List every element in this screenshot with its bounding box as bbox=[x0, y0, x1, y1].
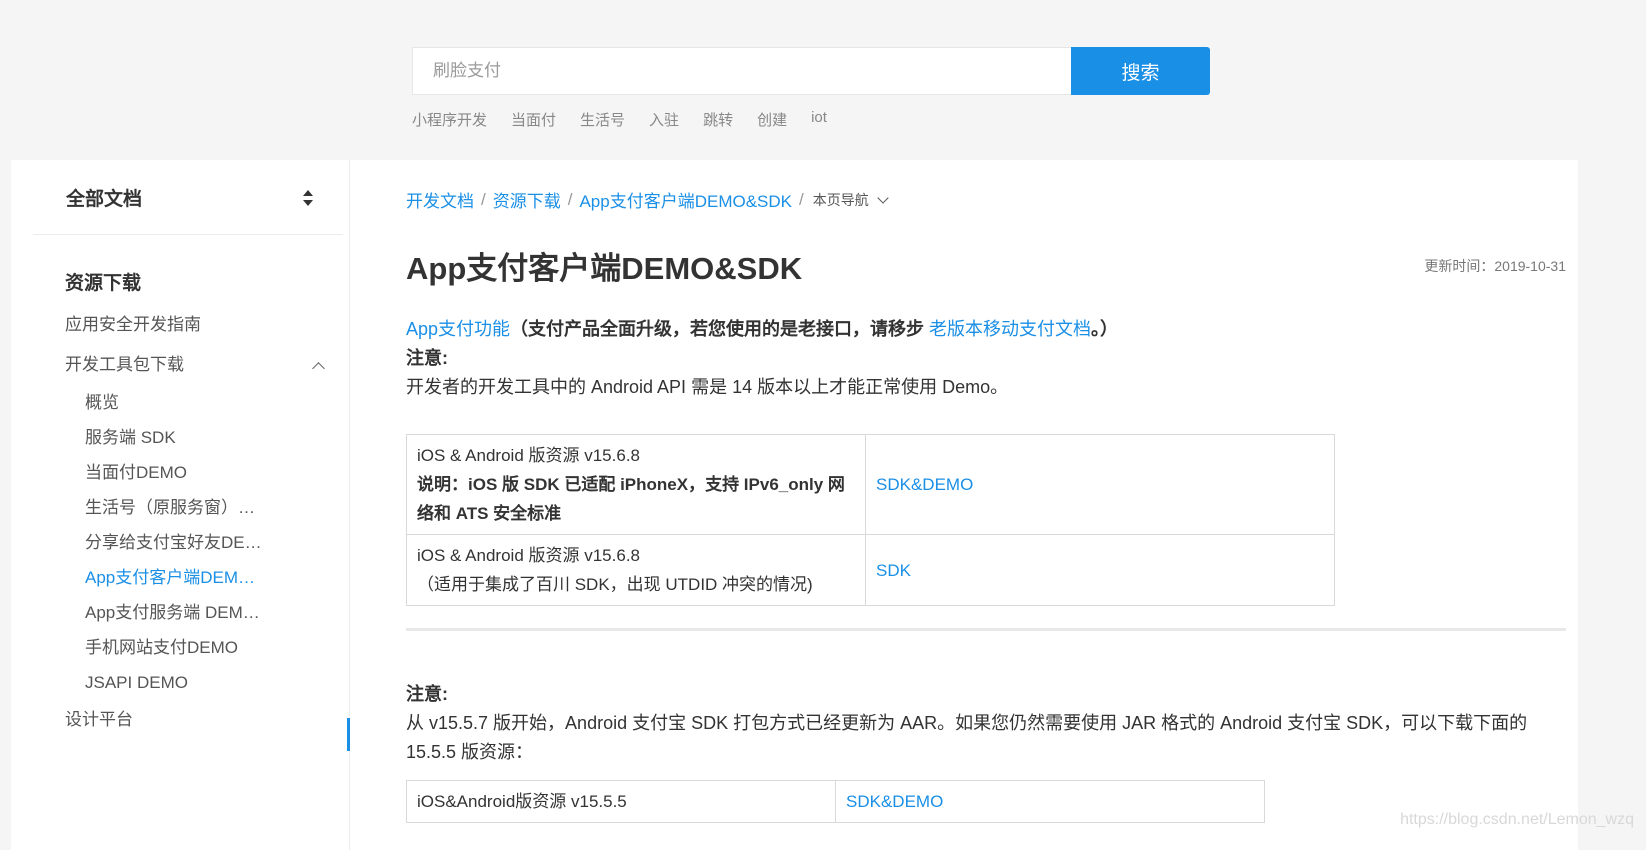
sidebar-item-sdk-download[interactable]: 开发工具包下载 bbox=[65, 345, 335, 385]
table-cell: SDK bbox=[865, 534, 1335, 606]
download-link[interactable]: SDK&DEMO bbox=[846, 792, 943, 811]
hot-word-link[interactable]: 跳转 bbox=[703, 109, 733, 130]
breadcrumb-separator: / bbox=[481, 189, 486, 209]
note-text: 从 v15.5.7 版开始，Android 支付宝 SDK 打包方式已经更新为 … bbox=[406, 713, 1528, 762]
sidebar-header[interactable]: 全部文档 bbox=[66, 184, 314, 211]
search-button[interactable]: 搜索 bbox=[1071, 47, 1210, 95]
legacy-resource-table: iOS&Android版资源 v15.5.5 SDK&DEMO bbox=[406, 780, 1265, 823]
table-row: iOS&Android版资源 v15.5.5 SDK&DEMO bbox=[406, 780, 1265, 823]
sidebar-divider bbox=[33, 234, 343, 235]
chevron-up-icon[interactable] bbox=[312, 361, 325, 375]
intro-text: App支付功能（支付产品全面升级，若您使用的是老接口，请移步 老版本移动支付文档… bbox=[406, 315, 1546, 402]
hot-word-link[interactable]: 当面付 bbox=[511, 109, 556, 130]
sidebar-subitem-life-account[interactable]: 生活号（原服务窗）… bbox=[65, 490, 275, 525]
sidebar-item-label: 开发工具包下载 bbox=[65, 355, 184, 374]
breadcrumb-separator: / bbox=[799, 189, 804, 209]
page-title: App支付客户端DEMO&SDK bbox=[406, 251, 803, 286]
sidebar-subitem-wap-demo[interactable]: 手机网站支付DEMO bbox=[65, 630, 275, 665]
breadcrumb-separator: / bbox=[567, 189, 573, 209]
legacy-doc-link[interactable]: 老版本移动支付文档 bbox=[929, 319, 1091, 339]
chevron-down-icon[interactable] bbox=[877, 191, 889, 204]
watermark: https://blog.csdn.net/Lemon_wzq bbox=[1400, 811, 1634, 828]
app-pay-feature-link[interactable]: App支付功能 bbox=[406, 319, 510, 339]
table-row: iOS & Android 版资源 v15.6.8 （适用于集成了百川 SDK，… bbox=[406, 534, 1335, 606]
sidebar-subitem-f2f-demo[interactable]: 当面付DEMO bbox=[65, 455, 275, 490]
breadcrumb-link-docs[interactable]: 开发文档 bbox=[406, 187, 474, 212]
resource-version: iOS&Android版资源 v15.5.5 bbox=[417, 792, 627, 811]
hot-word-link[interactable]: 小程序开发 bbox=[412, 109, 487, 130]
sidebar-subitem-app-server-demo[interactable]: App支付服务端 DEM… bbox=[65, 595, 275, 630]
breadcrumb-link-current[interactable]: App支付客户端DEMO&SDK bbox=[579, 187, 792, 212]
intro-bold: （支付产品全面升级，若您使用的是老接口，请移步 bbox=[510, 319, 925, 339]
sidebar-subitem-share-demo[interactable]: 分享给支付宝好友DE… bbox=[65, 525, 275, 560]
section-divider bbox=[406, 628, 1566, 631]
aar-note: 注意: 从 v15.5.7 版开始，Android 支付宝 SDK 打包方式已经… bbox=[406, 680, 1566, 767]
hot-word-link[interactable]: 入驻 bbox=[649, 109, 679, 130]
resource-description: （适用于集成了百川 SDK，出现 UTDID 冲突的情况) bbox=[417, 575, 813, 594]
sort-toggle-icon[interactable] bbox=[302, 189, 314, 207]
hot-word-link[interactable]: iot bbox=[811, 109, 827, 130]
sidebar-subitem-jsapi-demo[interactable]: JSAPI DEMO bbox=[65, 665, 275, 700]
table-cell: iOS&Android版资源 v15.5.5 bbox=[406, 780, 836, 823]
sidebar-item-label: 应用安全开发指南 bbox=[65, 315, 201, 334]
hot-word-link[interactable]: 创建 bbox=[757, 109, 787, 130]
note-label: 注意: bbox=[406, 348, 448, 368]
sidebar-item-label: 设计平台 bbox=[65, 710, 133, 729]
table-cell: SDK&DEMO bbox=[865, 434, 1335, 535]
breadcrumb: 开发文档 / 资源下载 / App支付客户端DEMO&SDK / 本页导航 bbox=[406, 187, 889, 212]
sidebar-section-title: 资源下载 bbox=[65, 273, 142, 294]
sidebar-subitem-server-sdk[interactable]: 服务端 SDK bbox=[65, 420, 275, 455]
download-link[interactable]: SDK bbox=[876, 561, 911, 580]
sidebar-item-security-guide[interactable]: 应用安全开发指南 bbox=[65, 305, 335, 345]
resource-table: iOS & Android 版资源 v15.6.8 说明：iOS 版 SDK 已… bbox=[406, 434, 1335, 606]
breadcrumb-link-downloads[interactable]: 资源下载 bbox=[493, 187, 561, 212]
active-indicator bbox=[347, 718, 350, 751]
main-panel: 全部文档 资源下载 应用安全开发指南 开发工具包下载 概览 服务端 SDK 当面… bbox=[11, 160, 1578, 850]
table-row: iOS & Android 版资源 v15.6.8 说明：iOS 版 SDK 已… bbox=[406, 434, 1335, 535]
resource-description: 说明：iOS 版 SDK 已适配 iPhoneX，支持 IPv6_only 网络… bbox=[417, 475, 845, 523]
download-link[interactable]: SDK&DEMO bbox=[876, 475, 973, 494]
hot-word-link[interactable]: 生活号 bbox=[580, 109, 625, 130]
resource-version: iOS & Android 版资源 v15.6.8 bbox=[417, 546, 640, 565]
sidebar-subitem-app-client-demo[interactable]: App支付客户端DEM… bbox=[65, 560, 275, 595]
table-cell: iOS & Android 版资源 v15.6.8 （适用于集成了百川 SDK，… bbox=[406, 534, 866, 606]
search-input[interactable] bbox=[412, 47, 1071, 95]
sidebar-title: 全部文档 bbox=[66, 189, 143, 210]
table-cell: SDK&DEMO bbox=[835, 780, 1265, 823]
sidebar-subitem-overview[interactable]: 概览 bbox=[65, 385, 275, 420]
search-bar: 搜索 bbox=[412, 47, 1210, 95]
sidebar-item-design-platform[interactable]: 设计平台 bbox=[65, 700, 335, 740]
hot-words: 小程序开发 当面付 生活号 入驻 跳转 创建 iot bbox=[412, 109, 1210, 130]
note-label: 注意: bbox=[406, 684, 448, 704]
resource-version: iOS & Android 版资源 v15.6.8 bbox=[417, 446, 640, 465]
update-time: 更新时间：2019-10-31 bbox=[1424, 258, 1566, 274]
page-nav-toggle[interactable]: 本页导航 bbox=[813, 190, 869, 210]
sidebar: 全部文档 资源下载 应用安全开发指南 开发工具包下载 概览 服务端 SDK 当面… bbox=[11, 160, 350, 850]
sidebar-nav: 资源下载 应用安全开发指南 开发工具包下载 概览 服务端 SDK 当面付DEMO… bbox=[65, 263, 335, 740]
search-area: 搜索 小程序开发 当面付 生活号 入驻 跳转 创建 iot bbox=[412, 47, 1210, 130]
intro-tail: 。） bbox=[1091, 319, 1119, 339]
note-text: 开发者的开发工具中的 Android API 需是 14 版本以上才能正常使用 … bbox=[406, 377, 1009, 397]
table-cell: iOS & Android 版资源 v15.6.8 说明：iOS 版 SDK 已… bbox=[406, 434, 866, 535]
